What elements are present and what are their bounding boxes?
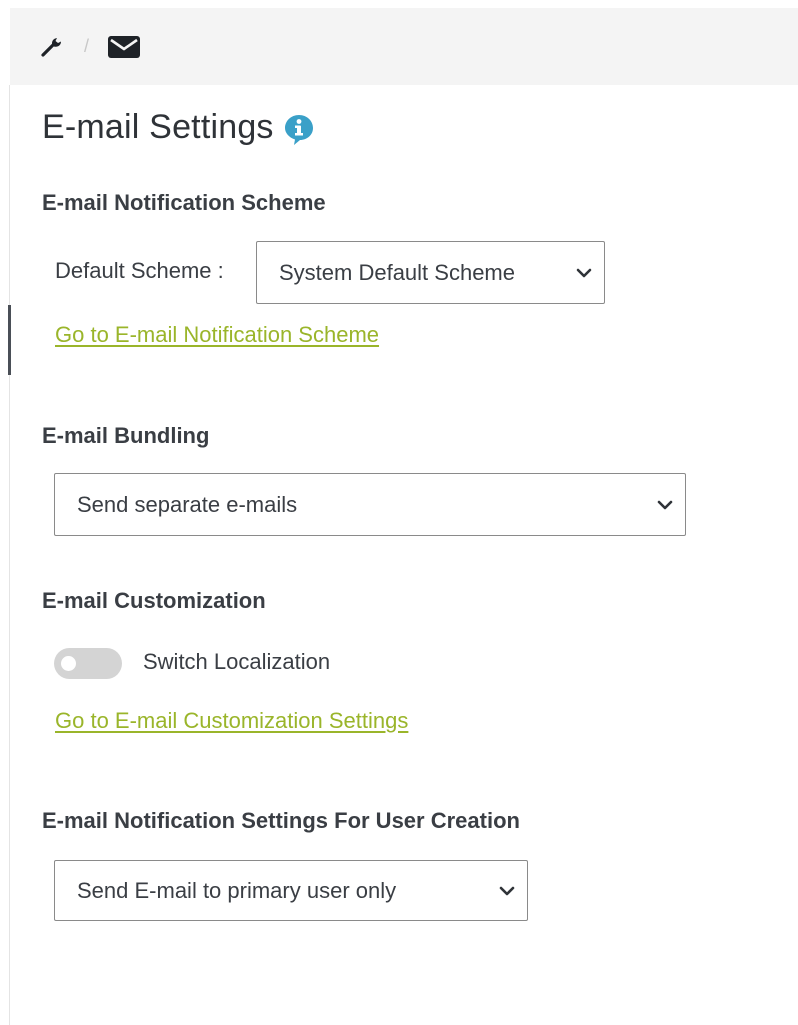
page-title: E-mail Settings — [42, 108, 274, 146]
email-customization-heading: E-mail Customization — [42, 588, 266, 613]
email-settings-page: / E-mail Settings E-mail Notification Sc… — [0, 0, 798, 1025]
breadcrumb-separator: / — [84, 36, 90, 56]
user-creation-selected-value: Send E-mail to primary user only — [77, 877, 397, 903]
switch-localization-label: Switch Localization — [143, 649, 331, 674]
left-border — [9, 85, 10, 1025]
email-bundling-heading: E-mail Bundling — [42, 423, 210, 448]
customization-settings-link[interactable]: Go to E-mail Customization Settings — [55, 708, 408, 734]
info-icon[interactable] — [283, 113, 315, 147]
notification-scheme-link[interactable]: Go to E-mail Notification Scheme — [55, 322, 379, 348]
wrench-icon[interactable] — [40, 35, 66, 59]
email-bundling-select[interactable]: Send separate e-mails — [54, 473, 686, 536]
chevron-down-icon — [657, 500, 673, 510]
left-scroll-marker — [8, 305, 11, 375]
chevron-down-icon — [576, 268, 592, 278]
default-scheme-label: Default Scheme : — [55, 258, 224, 283]
page-title-row: E-mail Settings — [42, 108, 315, 147]
chevron-down-icon — [499, 886, 515, 896]
breadcrumb: / — [10, 8, 798, 85]
default-scheme-select[interactable]: System Default Scheme — [256, 241, 605, 304]
notification-scheme-heading: E-mail Notification Scheme — [42, 190, 326, 215]
envelope-icon[interactable] — [107, 35, 141, 59]
email-bundling-selected-value: Send separate e-mails — [77, 491, 298, 517]
switch-localization-toggle[interactable] — [54, 648, 122, 679]
toggle-knob — [61, 656, 76, 671]
user-creation-select[interactable]: Send E-mail to primary user only — [54, 860, 528, 921]
default-scheme-selected-value: System Default Scheme — [279, 259, 515, 285]
user-creation-heading: E-mail Notification Settings For User Cr… — [42, 808, 520, 833]
